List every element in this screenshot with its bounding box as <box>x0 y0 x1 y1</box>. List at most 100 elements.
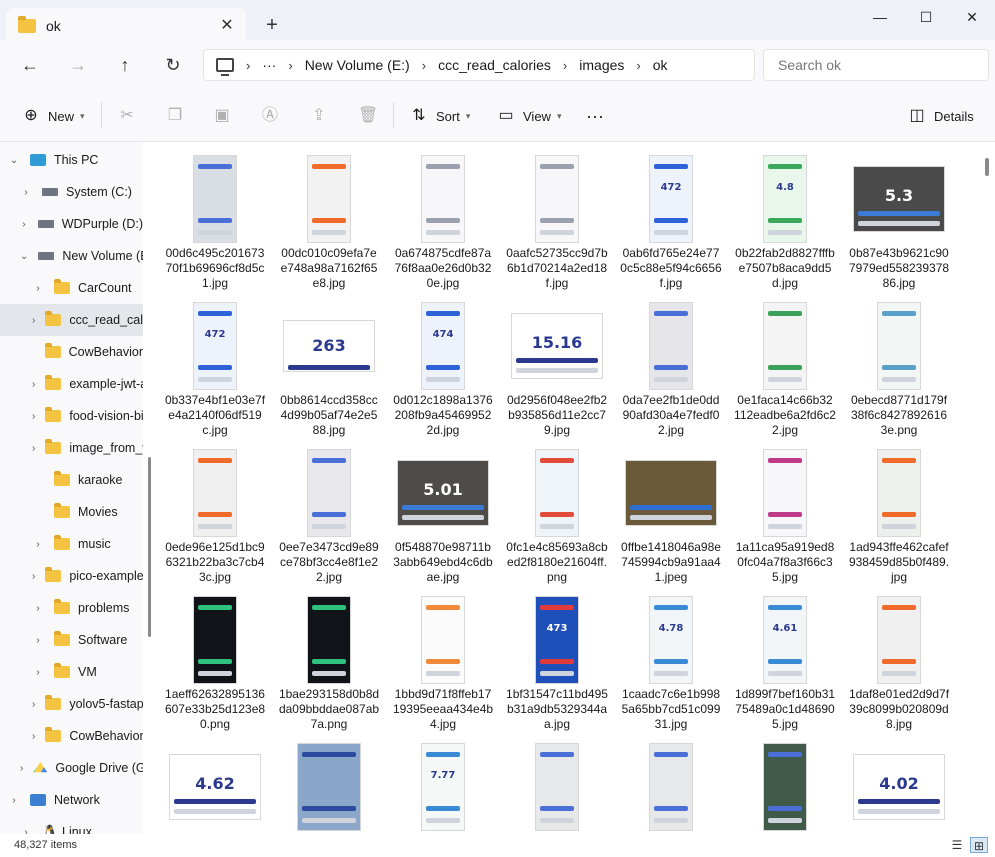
sidebar-item-15[interactable]: › Software <box>0 624 143 656</box>
breadcrumb-images[interactable]: images <box>579 57 624 73</box>
file-item[interactable]: 0fc1e4c85693a8cbed2f8180e21604ff.png <box>500 444 614 591</box>
chevron-down-icon[interactable]: ⌄ <box>8 155 20 166</box>
details-view-button[interactable]: ☰ <box>948 837 966 853</box>
chevron-right-icon[interactable]: › <box>32 699 35 710</box>
file-item[interactable]: 0da7ee2fb1de0dd90afd30a4e7fedf02.jpg <box>614 297 728 444</box>
file-item[interactable]: 5.3 0b87e43b9621c907979ed55823937886.jpg <box>842 150 956 297</box>
sidebar-item-16[interactable]: › VM <box>0 656 143 688</box>
up-button[interactable]: ↑ <box>111 52 139 78</box>
file-item[interactable]: 00dc010c09efa7ee748a98a7162f65e8.jpg <box>272 150 386 297</box>
chevron-right-icon[interactable]: › <box>32 283 44 294</box>
sidebar-item-5[interactable]: › ccc_read_calories <box>0 304 143 336</box>
sidebar-item-2[interactable]: › WDPurple (D:) <box>0 208 143 240</box>
new-button[interactable]: ⊕ New ▾ <box>22 104 84 128</box>
content-scrollbar-thumb[interactable] <box>985 158 989 176</box>
breadcrumb-ok[interactable]: ok <box>653 57 668 73</box>
chevron-right-icon[interactable]: › <box>20 187 32 198</box>
close-tab-icon[interactable]: ✕ <box>218 17 236 35</box>
rename-button[interactable]: Ⓐ <box>261 104 287 128</box>
delete-button[interactable]: 🗑 <box>358 104 384 128</box>
minimize-button[interactable]: — <box>857 6 903 30</box>
forward-button[interactable]: → <box>64 52 92 78</box>
copy-button[interactable]: ❐ <box>166 104 192 128</box>
new-tab-button[interactable]: + <box>262 14 282 36</box>
file-item[interactable]: 472 0ab6fd765e24e770c5c88e5f94c6656f.jpg <box>614 150 728 297</box>
paste-button[interactable]: ▣ <box>213 104 239 128</box>
chevron-right-icon[interactable]: › <box>32 539 44 550</box>
file-item[interactable]: 473 1bf31547c11bd495b31a9db5329344aa.jpg <box>500 591 614 738</box>
file-item[interactable] <box>614 738 728 834</box>
sidebar-item-0[interactable]: ⌄ This PC <box>0 144 143 176</box>
chevron-right-icon[interactable]: › <box>32 635 44 646</box>
sidebar-item-6[interactable]: CowBehavior <box>0 336 143 368</box>
file-item[interactable]: 0ede96e125d1bc96321b22ba3c7cb43c.jpg <box>158 444 272 591</box>
chevron-right-icon[interactable]: › <box>32 603 44 614</box>
file-item[interactable]: 1aeff62632895136607e33b25d123e80.png <box>158 591 272 738</box>
sidebar-item-18[interactable]: › CowBehavior.zip <box>0 720 143 752</box>
sidebar-item-1[interactable]: › System (C:) <box>0 176 143 208</box>
address-bar[interactable]: › ··· › New Volume (E:) › ccc_read_calor… <box>203 49 755 81</box>
sidebar-item-10[interactable]: karaoke <box>0 464 143 496</box>
file-item[interactable]: 7.77 <box>386 738 500 834</box>
maximize-button[interactable]: ☐ <box>903 6 949 30</box>
chevron-right-icon[interactable]: › <box>32 731 35 742</box>
refresh-button[interactable]: ↻ <box>159 52 187 78</box>
sidebar-item-12[interactable]: › music <box>0 528 143 560</box>
sort-button[interactable]: ⇅ Sort ▾ <box>410 104 470 128</box>
file-item[interactable]: 0e1faca14c66b32112eadbe6a2fd6c22.jpg <box>728 297 842 444</box>
large-icons-view-button[interactable]: ⊞ <box>970 837 988 853</box>
file-item[interactable]: 4.62 <box>158 738 272 834</box>
chevron-down-icon[interactable]: ⌄ <box>20 251 28 262</box>
breadcrumb-new-volume[interactable]: New Volume (E:) <box>305 57 410 73</box>
back-button[interactable]: ← <box>16 52 44 78</box>
sidebar-item-13[interactable]: › pico-examples <box>0 560 143 592</box>
sidebar-item-8[interactable]: › food-vision-bites <box>0 400 143 432</box>
file-item[interactable]: 4.61 1d899f7bef160b3175489a0c1d486905.jpg <box>728 591 842 738</box>
file-item[interactable]: 5.01 0f548870e98711b3abb649ebd4c6dbae.jpg <box>386 444 500 591</box>
file-item[interactable]: 0ffbe1418046a98e745994cb9a91aa41.jpeg <box>614 444 728 591</box>
file-item[interactable] <box>728 738 842 834</box>
file-item[interactable]: 1a11ca95a919ed80fc04a7f8a3f66c35.jpg <box>728 444 842 591</box>
sidebar-item-21[interactable]: › 🐧 Linux <box>0 816 143 835</box>
view-button[interactable]: ▭ View ▾ <box>497 104 561 128</box>
chevron-right-icon[interactable]: › <box>32 443 35 454</box>
file-item[interactable]: 15.16 0d2956f048ee2fb2b935856d11e2cc79.jp… <box>500 297 614 444</box>
details-button[interactable]: ◫ Details <box>908 104 973 128</box>
file-item[interactable]: 4.02 <box>842 738 956 834</box>
sidebar-item-17[interactable]: › yolov5-fastapi <box>0 688 143 720</box>
chevron-right-icon[interactable]: › <box>32 411 35 422</box>
file-item[interactable]: 1bbd9d71f8ffeb1719395eeaa434e4b4.jpg <box>386 591 500 738</box>
file-item[interactable]: 1ad943ffe462cafef938459d85b0f489.jpg <box>842 444 956 591</box>
tab-ok[interactable]: ok ✕ <box>6 8 246 44</box>
chevron-right-icon[interactable]: › <box>8 795 20 806</box>
sidebar-item-3[interactable]: ⌄ New Volume (E:) <box>0 240 143 272</box>
file-item[interactable]: 263 0bb8614ccd358cc4d99b05af74e2e588.jpg <box>272 297 386 444</box>
search-input[interactable]: Search ok <box>763 49 989 81</box>
sidebar-item-20[interactable]: › Network <box>0 784 143 816</box>
file-item[interactable]: 0ee7e3473cd9e89ce78bf3cc4e8f1e22.jpg <box>272 444 386 591</box>
chevron-right-icon[interactable]: › <box>32 315 35 326</box>
file-item[interactable]: 4.8 0b22fab2d8827fffbe7507b8aca9dd5d.jpg <box>728 150 842 297</box>
sidebar-item-7[interactable]: › example-jwt-auth <box>0 368 143 400</box>
more-options-button[interactable]: ··· <box>586 104 604 128</box>
file-item[interactable]: 0aafc52735cc9d7b6b1d70214a2ed18f.jpg <box>500 150 614 297</box>
chevron-right-icon[interactable]: › <box>20 219 28 230</box>
cut-button[interactable]: ✂ <box>118 104 144 128</box>
file-item[interactable]: 1bae293158d0b8dda09bbddae087ab7a.png <box>272 591 386 738</box>
chevron-right-icon[interactable]: › <box>20 763 23 774</box>
file-item[interactable]: 472 0b337e4bf1e03e7fe4a2140f06df519c.jpg <box>158 297 272 444</box>
sidebar-item-11[interactable]: Movies <box>0 496 143 528</box>
sidebar-item-14[interactable]: › problems <box>0 592 143 624</box>
file-item[interactable]: 0a674875cdfe87a76f8aa0e26d0b320e.jpg <box>386 150 500 297</box>
chevron-right-icon[interactable]: › <box>32 379 35 390</box>
sidebar-item-19[interactable]: › Google Drive (G:) <box>0 752 143 784</box>
share-button[interactable]: ⇪ <box>310 104 336 128</box>
file-item[interactable]: 0ebecd8771d179f38f6c84278926163e.png <box>842 297 956 444</box>
file-item[interactable]: 474 0d012c1898a1376208fb9a454699522d.jpg <box>386 297 500 444</box>
sidebar-item-9[interactable]: › image_from_video <box>0 432 143 464</box>
chevron-right-icon[interactable]: › <box>32 571 35 582</box>
file-item[interactable]: 00d6c495c20167370f1b69696cf8d5c1.jpg <box>158 150 272 297</box>
chevron-right-icon[interactable]: › <box>32 667 44 678</box>
file-item[interactable] <box>272 738 386 834</box>
breadcrumb-ccc-read-calories[interactable]: ccc_read_calories <box>438 57 551 73</box>
